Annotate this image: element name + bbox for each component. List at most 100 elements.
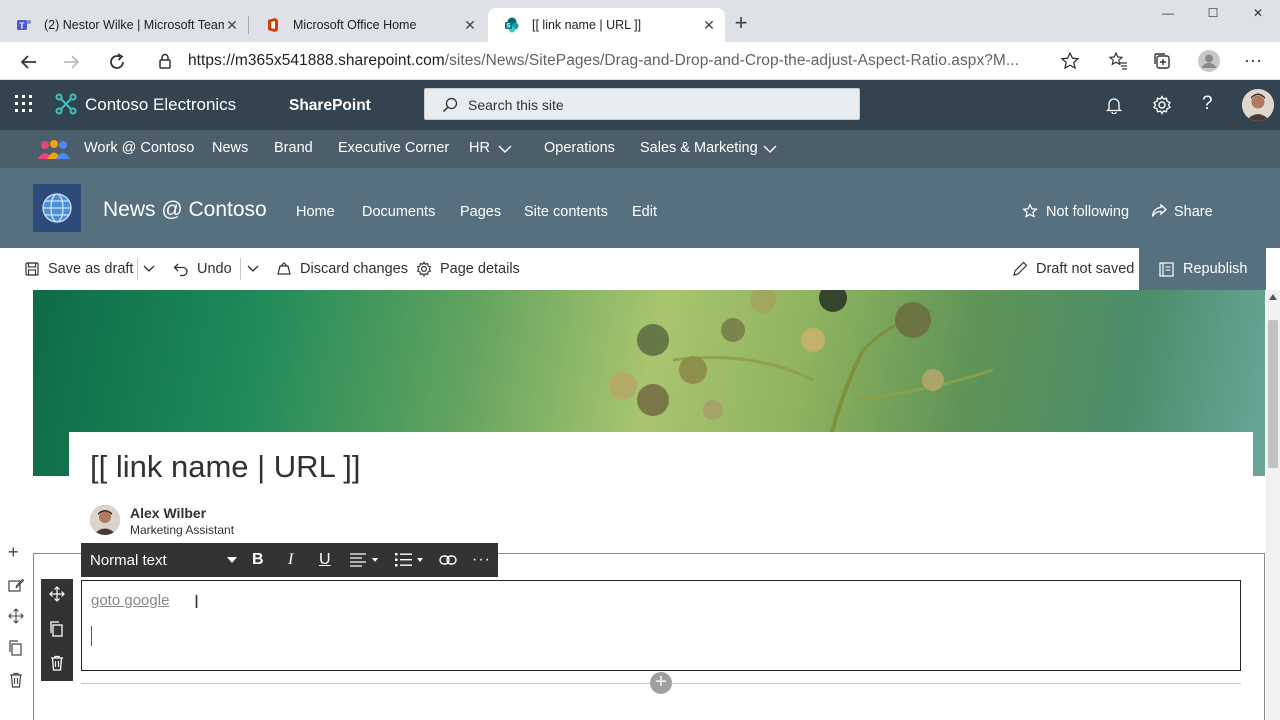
move-section-icon[interactable]	[8, 608, 26, 626]
org-name[interactable]: Contoso Electronics	[85, 95, 236, 115]
webpart-toolbar	[41, 579, 73, 681]
italic-button[interactable]: I	[288, 543, 293, 577]
draft-status: Draft not saved	[1012, 261, 1134, 277]
hyperlink-text[interactable]: goto google	[91, 592, 169, 609]
command-bar: Save as draft Undo Discard changes Page …	[0, 248, 1280, 290]
delete-webpart-icon[interactable]	[49, 655, 65, 671]
hub-item-work[interactable]: Work @ Contoso	[84, 140, 194, 156]
tab-office-home[interactable]: Microsoft Office Home ✕	[249, 8, 486, 42]
new-tab-button[interactable]: +	[731, 12, 751, 34]
undo-options-chevron-icon[interactable]	[247, 265, 259, 273]
text-format-toolbar: Normal text B I U ···	[81, 543, 498, 577]
profile-avatar-icon[interactable]	[1197, 49, 1220, 72]
republish-button[interactable]: Republish	[1139, 248, 1266, 290]
lock-icon[interactable]	[158, 53, 172, 69]
hub-item-news[interactable]: News	[212, 140, 248, 156]
tab-teams[interactable]: T (2) Nestor Wilke | Microsoft Teams ✕	[0, 8, 248, 42]
user-avatar[interactable]	[1242, 89, 1274, 121]
app-launcher-icon[interactable]	[15, 95, 33, 113]
address-bar[interactable]: https://m365x541888.sharepoint.com/sites…	[146, 46, 1092, 76]
app-name[interactable]: SharePoint	[289, 97, 371, 115]
site-nav-pages[interactable]: Pages	[460, 204, 501, 220]
align-button[interactable]	[350, 543, 378, 577]
ibeam-cursor-icon: I	[194, 592, 200, 612]
page-details-button[interactable]: Page details	[416, 261, 520, 277]
collections-icon[interactable]	[1152, 51, 1174, 73]
scroll-up-arrow-icon[interactable]	[1269, 294, 1277, 300]
duplicate-section-icon[interactable]	[8, 640, 26, 658]
share-icon[interactable]	[1151, 203, 1167, 219]
save-as-draft-button[interactable]: Save as draft	[25, 261, 133, 277]
minimize-icon[interactable]: —	[1156, 6, 1180, 26]
chevron-down-icon[interactable]	[498, 144, 512, 154]
hub-item-hr[interactable]: HR	[469, 140, 490, 156]
site-nav-home[interactable]: Home	[296, 204, 335, 220]
site-title[interactable]: News @ Contoso	[103, 198, 267, 222]
notifications-bell-icon[interactable]	[1105, 96, 1123, 114]
search-placeholder: Search this site	[468, 97, 564, 113]
add-webpart-button[interactable]: +	[650, 672, 672, 694]
page-title[interactable]: [[ link name | URL ]]	[90, 449, 361, 485]
text-style-dropdown[interactable]: Normal text	[90, 543, 167, 577]
discard-changes-button[interactable]: Discard changes	[276, 261, 408, 277]
site-logo[interactable]	[33, 184, 81, 232]
link-button[interactable]	[439, 543, 457, 577]
scrollbar-thumb[interactable]	[1268, 320, 1278, 468]
author-avatar	[90, 505, 120, 535]
favorites-list-icon[interactable]	[1108, 51, 1130, 73]
site-nav-documents[interactable]: Documents	[362, 204, 435, 220]
favorite-star-icon[interactable]	[1060, 51, 1082, 73]
teams-icon: T	[16, 17, 32, 33]
duplicate-webpart-icon[interactable]	[49, 621, 65, 637]
suite-bar: Contoso Electronics SharePoint Search th…	[0, 80, 1280, 130]
gear-icon	[416, 261, 432, 277]
close-tab-icon[interactable]: ✕	[462, 17, 478, 33]
hub-item-executive-corner[interactable]: Executive Corner	[338, 140, 449, 156]
follow-star-icon[interactable]	[1022, 203, 1038, 219]
close-window-icon[interactable]: ✕	[1246, 6, 1270, 26]
save-icon	[25, 262, 39, 276]
help-icon[interactable]: ?	[1202, 93, 1213, 115]
refresh-icon[interactable]	[106, 51, 128, 73]
forward-icon[interactable]	[60, 51, 82, 73]
chevron-down-icon[interactable]	[763, 144, 777, 154]
close-tab-icon[interactable]: ✕	[701, 17, 717, 33]
discard-icon	[276, 261, 292, 277]
tab-current-page[interactable]: S [[ link name | URL ]] ✕	[488, 8, 725, 42]
hub-item-sales-marketing[interactable]: Sales & Marketing	[640, 140, 758, 156]
delete-section-icon[interactable]	[8, 672, 26, 690]
author-name[interactable]: Alex Wilber	[130, 505, 206, 521]
more-formatting-icon[interactable]: ···	[472, 543, 491, 577]
text-cursor	[91, 626, 92, 646]
back-icon[interactable]	[18, 51, 40, 73]
settings-gear-icon[interactable]	[1152, 95, 1172, 115]
author-role: Marketing Assistant	[130, 523, 235, 537]
undo-icon	[173, 261, 189, 277]
not-following-button[interactable]: Not following	[1046, 204, 1129, 220]
hub-logo-icon[interactable]	[37, 139, 71, 159]
more-options-icon[interactable]: ···	[1244, 51, 1266, 73]
hub-item-operations[interactable]: Operations	[544, 140, 615, 156]
bullet-list-button[interactable]	[395, 543, 427, 577]
caret-down-icon[interactable]	[227, 543, 237, 577]
move-webpart-icon[interactable]	[49, 586, 65, 602]
search-icon	[442, 97, 458, 113]
save-options-chevron-icon[interactable]	[143, 265, 155, 273]
site-nav-site-contents[interactable]: Site contents	[524, 204, 608, 220]
site-nav-edit[interactable]: Edit	[632, 204, 657, 220]
contoso-logo-icon[interactable]	[55, 93, 77, 115]
svg-text:T: T	[20, 22, 25, 31]
add-section-icon[interactable]: +	[8, 543, 26, 562]
edit-section-icon[interactable]	[8, 578, 26, 596]
browser-toolbar: https://m365x541888.sharepoint.com/sites…	[0, 42, 1280, 80]
share-button[interactable]: Share	[1174, 204, 1213, 220]
search-input[interactable]: Search this site	[424, 88, 860, 120]
maximize-icon[interactable]: ☐	[1201, 6, 1225, 26]
underline-button[interactable]: U	[319, 543, 331, 577]
bold-button[interactable]: B	[252, 543, 264, 577]
undo-button[interactable]: Undo	[173, 261, 232, 277]
text-webpart-editor[interactable]: goto google	[81, 580, 1241, 671]
hub-item-brand[interactable]: Brand	[274, 140, 313, 156]
bullet-list-icon	[395, 553, 427, 567]
close-tab-icon[interactable]: ✕	[224, 17, 240, 33]
